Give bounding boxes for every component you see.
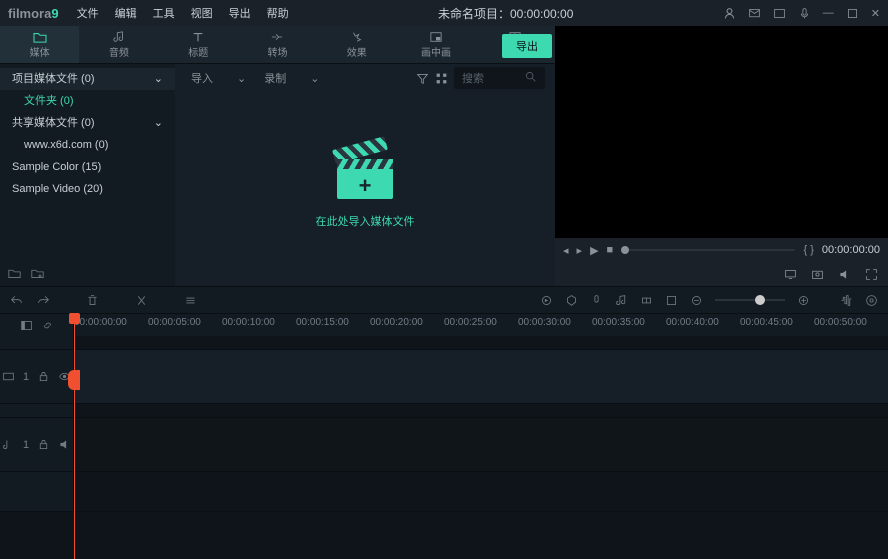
search-icon <box>524 70 537 86</box>
media-tabs: 媒体 音频 标题 转场 效果 画中画 分屏 <box>0 26 555 64</box>
minimize-icon[interactable]: — <box>823 7 834 19</box>
sidebar-item-shared-media[interactable]: 共享媒体文件 (0)⌄ <box>0 112 175 134</box>
lock-icon[interactable] <box>37 370 50 383</box>
split-icon[interactable] <box>135 294 148 307</box>
video-track-1[interactable]: 1 <box>0 350 888 404</box>
record-dropdown[interactable]: 录制⌄ <box>258 68 325 88</box>
import-dropdown[interactable]: 导入⌄ <box>185 68 252 88</box>
menu-edit[interactable]: 编辑 <box>115 5 137 21</box>
preview-scrubber[interactable] <box>621 249 795 251</box>
project-title: 未命名项目：00:00:00:00 <box>289 5 723 22</box>
chevron-down-icon: ⌄ <box>154 114 163 132</box>
play-icon[interactable]: ▶ <box>590 244 598 257</box>
prev-frame-icon[interactable]: ◂ <box>563 244 569 257</box>
tab-titles[interactable]: 标题 <box>159 26 238 63</box>
crop-icon[interactable] <box>665 294 678 307</box>
media-sidebar: 项目媒体文件 (0)⌄ 文件夹 (0) 共享媒体文件 (0)⌄ www.x6d.… <box>0 64 175 286</box>
stop-icon[interactable]: ■ <box>607 244 614 256</box>
menu-view[interactable]: 视图 <box>191 5 213 21</box>
play-back-icon[interactable]: ▸ <box>577 244 583 257</box>
preview-panel: ◂ ▸ ▶ ■ { } 00:00:00:00 <box>555 26 888 286</box>
message-icon[interactable] <box>748 7 761 20</box>
menu-tools[interactable]: 工具 <box>153 5 175 21</box>
sidebar-item-sample-video[interactable]: Sample Video (20) <box>0 178 175 200</box>
menu-help[interactable]: 帮助 <box>267 5 289 21</box>
playhead[interactable] <box>74 314 75 559</box>
preview-markers: { } <box>803 244 813 256</box>
close-icon[interactable]: ✕ <box>871 7 880 20</box>
track-view-icon[interactable] <box>20 319 33 332</box>
fullscreen-icon[interactable] <box>865 268 878 281</box>
display-icon[interactable] <box>784 268 797 281</box>
inbox-icon[interactable] <box>773 7 786 20</box>
volume-icon[interactable] <box>838 268 851 281</box>
timeline-ruler[interactable]: 00:00:00:00 00:00:05:00 00:00:10:00 00:0… <box>74 314 888 336</box>
menu-export[interactable]: 导出 <box>229 5 251 21</box>
main-menu: 文件 编辑 工具 视图 导出 帮助 <box>77 5 289 21</box>
chevron-down-icon: ⌄ <box>310 72 319 85</box>
undo-icon[interactable] <box>10 294 23 307</box>
sidebar-item-sample-color[interactable]: Sample Color (15) <box>0 156 175 178</box>
drop-zone-hint: 在此处导入媒体文件 <box>316 213 415 229</box>
tab-pip[interactable]: 画中画 <box>396 26 475 63</box>
render-icon[interactable] <box>540 294 553 307</box>
music-tool-icon[interactable] <box>615 294 628 307</box>
link-icon[interactable] <box>41 319 54 332</box>
tab-audio[interactable]: 音频 <box>79 26 158 63</box>
zoom-out-icon[interactable] <box>690 294 703 307</box>
media-drop-zone[interactable]: + 在此处导入媒体文件 <box>175 92 555 286</box>
video-track-icon <box>2 370 15 383</box>
timeline-toolbar <box>0 286 888 314</box>
mic-icon[interactable] <box>798 7 811 20</box>
waveform-icon[interactable] <box>840 294 853 307</box>
export-button[interactable]: 导出 <box>502 34 552 58</box>
lock-icon[interactable] <box>37 438 50 451</box>
keyframe-icon[interactable] <box>640 294 653 307</box>
clapperboard-icon: + <box>337 149 393 201</box>
snapshot-icon[interactable] <box>811 268 824 281</box>
adjust-icon[interactable] <box>184 294 197 307</box>
user-icon[interactable] <box>723 7 736 20</box>
chevron-down-icon: ⌄ <box>154 70 163 88</box>
menu-file[interactable]: 文件 <box>77 5 99 21</box>
search-input[interactable]: 搜索 <box>454 67 545 89</box>
audio-track-1[interactable]: 1 <box>0 418 888 472</box>
tab-transitions[interactable]: 转场 <box>238 26 317 63</box>
audio-track-icon <box>2 438 15 451</box>
add-folder-icon[interactable] <box>31 267 44 280</box>
preview-timecode: 00:00:00:00 <box>822 244 880 256</box>
maximize-icon[interactable] <box>846 7 859 20</box>
preview-video[interactable] <box>555 26 888 238</box>
app-logo: filmora9 <box>8 6 59 21</box>
mute-icon[interactable] <box>58 438 71 451</box>
track-controls-header <box>0 314 74 336</box>
redo-icon[interactable] <box>37 294 50 307</box>
settings-icon[interactable] <box>865 294 878 307</box>
tab-effects[interactable]: 效果 <box>317 26 396 63</box>
tab-media[interactable]: 媒体 <box>0 26 79 63</box>
delete-icon[interactable] <box>86 294 99 307</box>
sidebar-item-folder[interactable]: 文件夹 (0) <box>0 90 175 112</box>
marker-icon[interactable] <box>565 294 578 307</box>
titlebar: filmora9 文件 编辑 工具 视图 导出 帮助 未命名项目：00:00:0… <box>0 0 888 26</box>
media-toolbar: 导入⌄ 录制⌄ 搜索 <box>175 64 555 92</box>
new-folder-icon[interactable] <box>8 267 21 280</box>
sidebar-item-project-media[interactable]: 项目媒体文件 (0)⌄ <box>0 68 175 90</box>
grid-view-icon[interactable] <box>435 72 448 85</box>
filter-icon[interactable] <box>416 72 429 85</box>
zoom-in-icon[interactable] <box>797 294 810 307</box>
chevron-down-icon: ⌄ <box>237 72 246 85</box>
sidebar-item-x6d[interactable]: www.x6d.com (0) <box>0 134 175 156</box>
voiceover-icon[interactable] <box>590 294 603 307</box>
zoom-slider[interactable] <box>715 299 785 301</box>
